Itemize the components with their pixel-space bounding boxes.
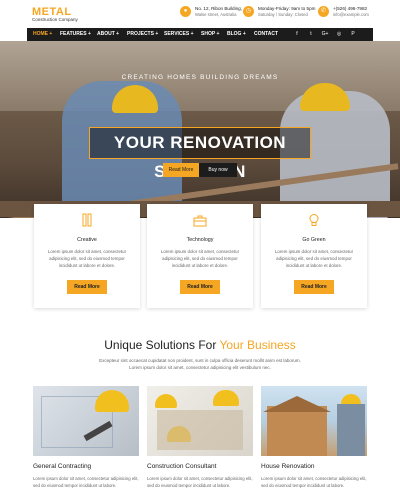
feature-card-go-green: Go Green Lorem ipsum dolor sit amet, con…	[261, 204, 367, 308]
feature-read-more-button[interactable]: Read More	[294, 280, 334, 294]
location-icon: ●	[180, 6, 191, 17]
service-image-house-renovation[interactable]	[261, 386, 367, 456]
service-title[interactable]: Construction Consultant	[147, 463, 216, 470]
contact-info: ✆ +(526) 496-7982 info@example.com	[318, 6, 369, 18]
feature-text: Lorem ipsum dolor sit amet, consectetur …	[160, 249, 240, 268]
facebook-icon[interactable]: f	[292, 28, 302, 41]
hours-info: ◷ Monday-Friday: 9am to 5pm Saturday / S…	[243, 6, 315, 18]
address-line2: Walse street, Australia	[195, 12, 237, 17]
feature-read-more-button[interactable]: Read More	[67, 280, 107, 294]
hero-banner: CREATING HOMES BUILDING DREAMS YOUR RENO…	[0, 41, 400, 218]
clock-icon: ◷	[243, 6, 254, 17]
address-info: ● No. 12, Ribon Building, Walse street, …	[180, 6, 242, 18]
nav-home[interactable]: HOME +	[33, 28, 52, 41]
section-description: Excepteur sint occaecat cupidatat non pr…	[99, 358, 301, 370]
feature-text: Lorem ipsum dolor sit amet, consectetur …	[274, 249, 354, 268]
feature-read-more-button[interactable]: Read More	[180, 280, 220, 294]
nav-blog[interactable]: BLOG +	[227, 28, 246, 41]
service-image-general-contracting[interactable]	[33, 386, 139, 456]
hero-title: YOUR RENOVATION SOLUTION	[89, 127, 311, 181]
feature-text: Lorem ipsum dolor sit amet, consectetur …	[47, 249, 127, 268]
service-title[interactable]: House Renovation	[261, 463, 314, 470]
hours-line2: Saturday / Sunday: Closed	[258, 12, 308, 17]
feature-title: Technology	[186, 237, 214, 243]
section-title-plain: Unique Solutions For	[104, 338, 220, 352]
nav-about[interactable]: ABOUT +	[97, 28, 119, 41]
nav-shop[interactable]: SHOP +	[201, 28, 219, 41]
nav-projects[interactable]: PROJECTS +	[127, 28, 158, 41]
feature-card-creative: Creative Lorem ipsum dolor sit amet, con…	[34, 204, 140, 308]
service-title[interactable]: General Contracting	[33, 463, 91, 470]
twitter-icon[interactable]: t	[306, 28, 316, 41]
section-title-highlight: Your Business	[219, 338, 296, 352]
service-text: Lorem ipsum dolor sit amet, consectetur …	[33, 476, 139, 488]
service-text: Lorem ipsum dolor sit amet, consectetur …	[261, 476, 367, 488]
google-plus-icon[interactable]: G+	[320, 28, 330, 41]
pencil-ruler-icon	[82, 213, 92, 227]
hero-tagline: CREATING HOMES BUILDING DREAMS	[121, 74, 279, 81]
feature-card-technology: Technology Lorem ipsum dolor sit amet, c…	[147, 204, 253, 308]
hero-buy-now-button[interactable]: Buy now	[199, 163, 237, 177]
instagram-icon[interactable]: ◎	[334, 28, 344, 41]
service-text: Lorem ipsum dolor sit amet, consectetur …	[147, 476, 253, 488]
nav-contact[interactable]: CONTACT	[254, 28, 278, 41]
hero-read-more-button[interactable]: Read More	[163, 163, 199, 177]
main-navigation: HOME + FEATURES + ABOUT + PROJECTS + SER…	[27, 28, 373, 41]
section-title: Unique Solutions For Your Business	[0, 338, 400, 352]
toolbox-icon	[193, 215, 207, 227]
pinterest-icon[interactable]: P	[348, 28, 358, 41]
email-address[interactable]: info@example.com	[333, 12, 369, 18]
feature-title: Go Green	[302, 237, 326, 243]
top-header: METAL Construction Company ● No. 12, Rib…	[0, 0, 400, 28]
feature-title: Creative	[77, 237, 97, 243]
service-image-construction-consultant[interactable]	[147, 386, 253, 456]
nav-services[interactable]: SERVICES +	[164, 28, 194, 41]
logo-subtitle: Construction Company	[32, 17, 78, 22]
phone-icon: ✆	[318, 6, 329, 17]
nav-features[interactable]: FEATURES +	[60, 28, 91, 41]
lightbulb-icon	[309, 214, 319, 226]
